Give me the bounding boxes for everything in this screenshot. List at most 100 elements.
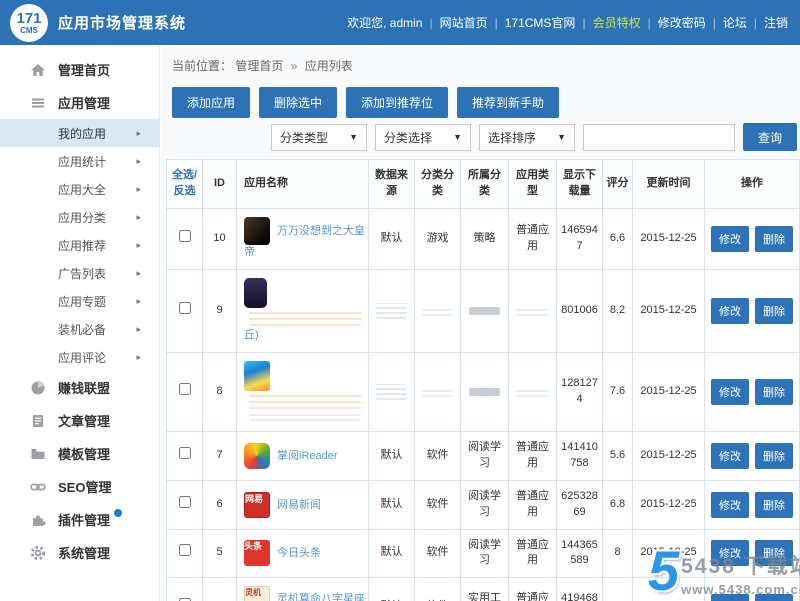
sidebar-item-应用推荐[interactable]: 应用推荐 ▸ [0, 231, 159, 259]
sidebar-item-label: 管理首页 [58, 63, 111, 78]
site-title: 应用市场管理系统 [58, 15, 187, 32]
delete-button[interactable]: 删除 [755, 378, 793, 405]
app-name-link[interactable]: 网易新闻 [277, 498, 321, 510]
cell-source [368, 268, 415, 353]
delete-button[interactable]: 删除 [755, 225, 793, 252]
row-checkbox[interactable] [178, 382, 191, 395]
select-all-link[interactable]: 全选/反选 [172, 169, 197, 197]
cell-updated: 2015-12-25 [632, 430, 705, 481]
delete-button[interactable]: 删除 [755, 442, 793, 469]
delete-button[interactable]: 删除 [755, 540, 793, 567]
cell-updated: 2015-12-25 [632, 268, 705, 353]
cell-id: 8 [202, 351, 237, 432]
chevron-right-icon: ▸ [136, 295, 141, 306]
cell-app-type [508, 351, 557, 432]
filter-select-分类选择[interactable]: 分类选择 ▼ [375, 123, 471, 151]
row-checkbox[interactable] [178, 544, 191, 557]
edit-button[interactable]: 修改 [711, 378, 749, 405]
sidebar-item-装机必备[interactable]: 装机必备 ▸ [0, 315, 159, 343]
edit-button[interactable]: 修改 [711, 594, 749, 601]
cell-updated: 2015-12-25 [632, 479, 705, 530]
app-icon-lingji: 灵机 [244, 586, 270, 601]
app-table-wrap: 全选/反选 ID 应用名称 数据来源 分类分类 所属分类 应用类型 显示下载量 评分 更新时间 操作… [166, 159, 800, 601]
breadcrumb-item-应用列表[interactable]: 应用列表 [305, 59, 353, 73]
cell-downloads: 4194683 [556, 577, 603, 601]
cell-app-type: 普通应用 [508, 528, 557, 579]
search-input[interactable] [583, 123, 735, 151]
row-checkbox[interactable] [178, 229, 191, 242]
sidebar-item-应用大全[interactable]: 应用大全 ▸ [0, 175, 159, 203]
toolbar-button-推荐到新手助[interactable]: 推荐到新手助 [457, 87, 560, 118]
toolbar-button-添加应用[interactable]: 添加应用 [172, 87, 251, 118]
chevron-down-icon: ▼ [453, 132, 462, 142]
breadcrumb-item-管理首页[interactable]: 管理首页 [235, 59, 283, 73]
top-link-注销[interactable]: 注销 [764, 14, 788, 31]
filter-select-选择排序[interactable]: 选择排序 ▼ [479, 123, 575, 151]
sidebar-item-应用专题[interactable]: 应用专题 ▸ [0, 287, 159, 315]
table-row: 10 万万没想到之大皇帝 默认 游戏 策略 普通应用 1465947 6.6 2015-12-2… [166, 207, 800, 270]
top-link-171CMS官网[interactable]: 171CMS官网 [505, 14, 576, 31]
cell-category [460, 268, 509, 353]
breadcrumb: 当前位置： 管理首页 » 应用列表 [172, 57, 800, 74]
edit-button[interactable]: 修改 [711, 491, 749, 518]
smeared-content [422, 386, 453, 397]
row-checkbox[interactable] [178, 301, 191, 314]
cell-downloads: 801006 [556, 268, 603, 353]
top-link-修改密码[interactable]: 修改密码 [658, 14, 706, 31]
toolbar-button-删除选中[interactable]: 删除选中 [259, 87, 338, 118]
cell-cat-type: 软件 [414, 577, 461, 601]
sidebar-item-应用分类[interactable]: 应用分类 ▸ [0, 203, 159, 231]
edit-button[interactable]: 修改 [711, 297, 749, 324]
sidebar-item-应用管理[interactable]: 应用管理 [0, 86, 159, 119]
cell-id: 9 [202, 268, 237, 353]
table-row: 5 头条今日头条 默认 软件 阅读学习 普通应用 144365589 8 2015-12-25 修… [166, 528, 800, 579]
sidebar-item-应用评论[interactable]: 应用评论 ▸ [0, 343, 159, 371]
table-row: 6 网易 网易新闻 默认 软件 阅读学习 普通应用 62532869 6.8 2015-12-25… [166, 479, 800, 530]
sidebar-item-管理首页[interactable]: 管理首页 [0, 53, 159, 86]
cell-updated: 2015-12-25 [632, 528, 705, 579]
edit-button[interactable]: 修改 [711, 540, 749, 567]
delete-button[interactable]: 删除 [755, 297, 793, 324]
cell-downloads: 141410758 [556, 430, 603, 481]
column-header-显示下载量: 显示下载量 [556, 159, 603, 209]
edit-button[interactable]: 修改 [711, 225, 749, 252]
cell-source: 默认 [368, 528, 415, 579]
top-link-会员特权[interactable]: 会员特权 [593, 14, 641, 31]
cell-source: 默认 [368, 577, 415, 601]
sidebar-item-模板管理[interactable]: 模板管理 [0, 437, 159, 470]
column-header-分类分类: 分类分类 [414, 159, 461, 209]
delete-button[interactable]: 删除 [755, 491, 793, 518]
sidebar-item-label: 插件管理 [58, 513, 111, 528]
sidebar-item-插件管理[interactable]: 插件管理 [0, 503, 159, 536]
sidebar-item-文章管理[interactable]: 文章管理 [0, 404, 159, 437]
app-name-link[interactable]: 掌阅iReader [277, 450, 338, 462]
sidebar-item-应用统计[interactable]: 应用统计 ▸ [0, 147, 159, 175]
sidebar-item-SEO管理[interactable]: SEO管理 [0, 470, 159, 503]
sidebar-item-赚钱联盟[interactable]: 赚钱联盟 [0, 371, 159, 404]
cell-source: 默认 [368, 479, 415, 530]
edit-button[interactable]: 修改 [711, 442, 749, 469]
chevron-right-icon: ▸ [136, 127, 141, 138]
sidebar-item-广告列表[interactable]: 广告列表 ▸ [0, 259, 159, 287]
main-content: 当前位置： 管理首页 » 应用列表 添加应用 删除选中 添加到推荐位 推荐到新手助 分… [161, 45, 800, 601]
row-checkbox[interactable] [178, 495, 191, 508]
cell-app-type: 普通应用 [508, 430, 557, 481]
menu-icon [30, 95, 46, 111]
sidebar-item-label: 文章管理 [58, 414, 111, 429]
sidebar-item-我的应用[interactable]: 我的应用 ▸ [0, 119, 159, 147]
delete-button[interactable]: 删除 [755, 594, 793, 601]
filter-select-分类类型[interactable]: 分类类型 ▼ [271, 123, 367, 151]
cell-actions: 修改删除 [704, 479, 800, 530]
top-link-论坛[interactable]: 论坛 [723, 14, 747, 31]
top-link-网站首页[interactable]: 网站首页 [440, 14, 488, 31]
row-checkbox[interactable] [178, 446, 191, 459]
query-button[interactable]: 查询 [743, 123, 797, 151]
gear-icon [30, 545, 46, 561]
app-name-link[interactable]: 丘) [244, 329, 259, 341]
cell-actions: 修改删除 [704, 207, 800, 270]
app-icon-ireader [244, 442, 270, 469]
app-name-link[interactable]: 今日头条 [277, 547, 321, 559]
sidebar-item-系统管理[interactable]: 系统管理 [0, 536, 159, 569]
sidebar-item-label: 广告列表 [58, 266, 107, 281]
toolbar-button-添加到推荐位[interactable]: 添加到推荐位 [346, 87, 449, 118]
